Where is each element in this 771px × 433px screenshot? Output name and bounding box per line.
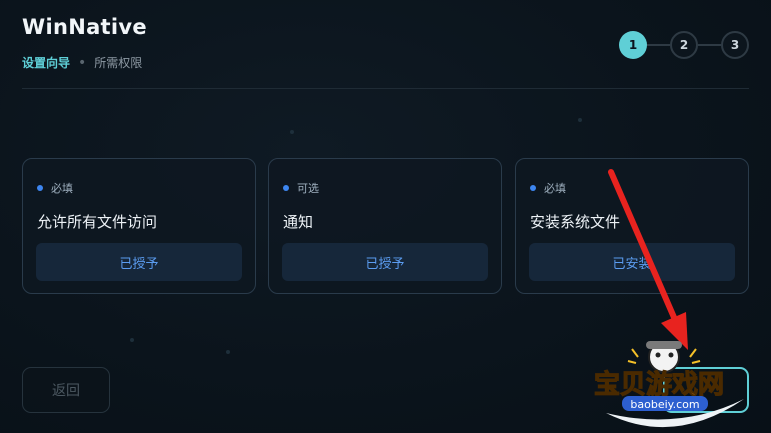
watermark-url: baobeiy.com bbox=[630, 398, 699, 411]
watermark-logo: 宝贝游戏网 baobeiy.com bbox=[593, 341, 744, 428]
watermark-text: 宝贝游戏网 bbox=[594, 369, 724, 400]
